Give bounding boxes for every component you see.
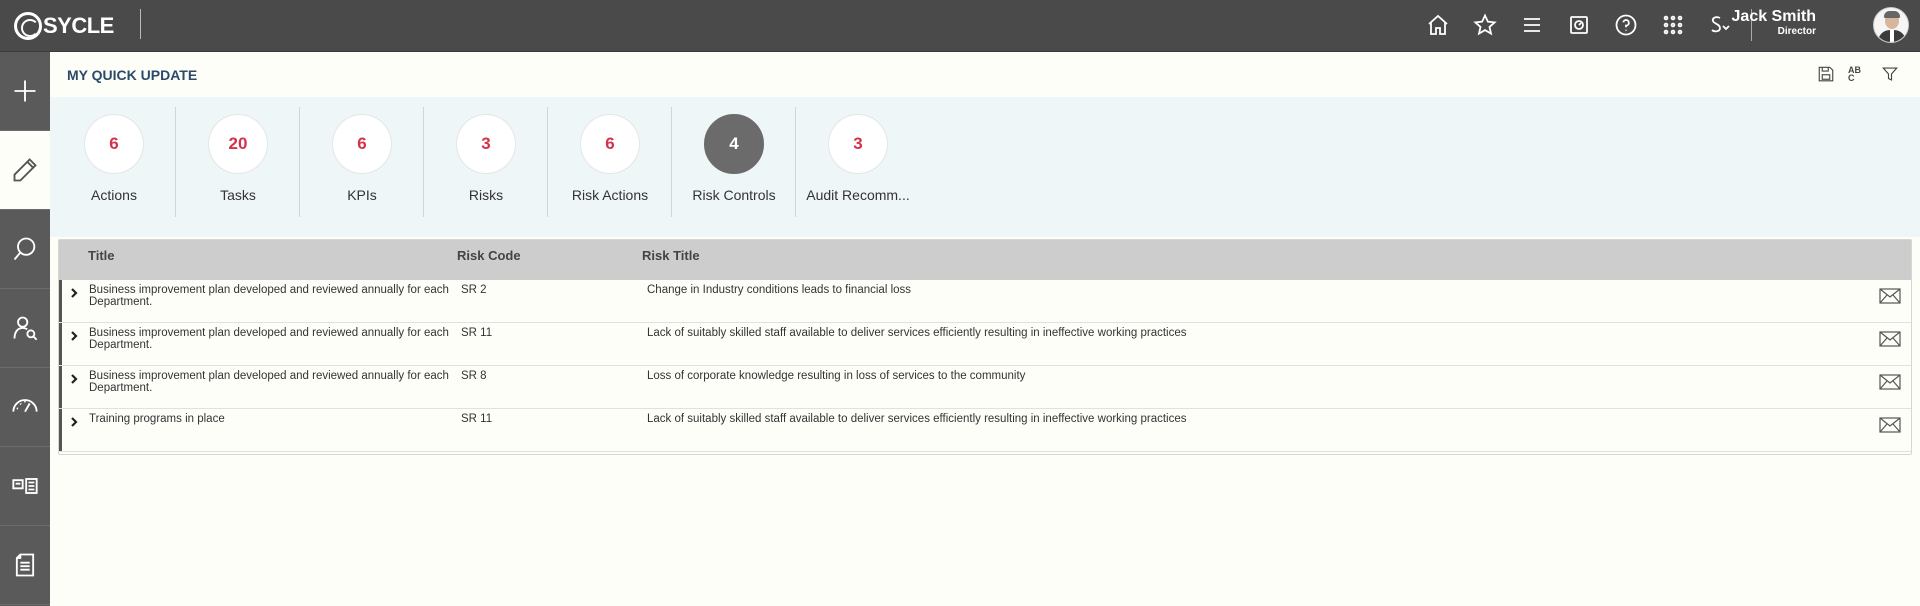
- tile-label: Risk Actions: [571, 187, 649, 203]
- tile-label: KPIs: [347, 187, 377, 203]
- tile-label: Tasks: [220, 187, 256, 203]
- tile-count: 6: [580, 114, 640, 174]
- sidebar-item-performance[interactable]: [0, 368, 50, 447]
- avatar-shirt: [1890, 30, 1894, 42]
- star-icon[interactable]: [1461, 10, 1508, 40]
- risk-controls-table: Title Risk Code Risk Title Business impr…: [58, 239, 1912, 455]
- cell-risk-title: Lack of suitably skilled staff available…: [647, 327, 1187, 339]
- cell-risk-code: SR 2: [461, 284, 487, 296]
- logo-divider: [140, 9, 141, 39]
- column-header-title[interactable]: Title: [88, 248, 115, 263]
- home-icon[interactable]: [1414, 10, 1461, 40]
- save-icon[interactable]: [1816, 64, 1836, 84]
- tile-label: Risks: [468, 187, 504, 203]
- plus-icon: [14, 80, 36, 102]
- top-bar: SYCLE Jack Smith Director: [0, 0, 1920, 52]
- chevron-right-icon[interactable]: [68, 416, 80, 428]
- logo-text: SYCLE: [43, 13, 114, 38]
- cell-risk-title: Change in Industry conditions leads to f…: [647, 284, 912, 296]
- tile-risk-controls[interactable]: 4 Risk Controls: [672, 105, 796, 215]
- report-list-icon: [12, 478, 38, 494]
- tile-count: 6: [332, 114, 392, 174]
- chevron-right-icon[interactable]: [68, 287, 80, 299]
- chevron-right-icon[interactable]: [68, 373, 80, 385]
- column-header-risk-code[interactable]: Risk Code: [457, 248, 521, 263]
- user-role: Director: [1777, 26, 1816, 37]
- tile-count: 6: [84, 114, 144, 174]
- spellcheck-icon[interactable]: AB C: [1848, 64, 1868, 84]
- sidebar-item-reports[interactable]: [0, 447, 50, 526]
- sidebar: [0, 52, 50, 606]
- tile-kpis[interactable]: 6 KPIs: [300, 105, 424, 215]
- cell-title: Training programs in place: [89, 413, 225, 425]
- cell-risk-code: SR 11: [461, 413, 493, 425]
- logo-swirl-icon: [14, 12, 42, 40]
- search-icon: [13, 237, 36, 261]
- user-name: Jack Smith: [1731, 8, 1816, 25]
- tile-label: Audit Recomm...: [806, 187, 910, 203]
- mail-icon[interactable]: [1879, 374, 1901, 390]
- menu-icon[interactable]: [1508, 10, 1555, 40]
- tile-tasks[interactable]: 20 Tasks: [176, 105, 300, 215]
- tile-risk-actions[interactable]: 6 Risk Actions: [548, 105, 672, 215]
- mail-icon[interactable]: [1879, 331, 1901, 347]
- column-header-risk-title[interactable]: Risk Title: [642, 248, 700, 263]
- chevron-right-icon[interactable]: [68, 330, 80, 342]
- filter-icon[interactable]: [1880, 64, 1900, 84]
- main-content: MY QUICK UPDATE AB C 6 Actions 20 Tasks …: [50, 52, 1920, 606]
- table-row[interactable]: Business improvement plan developed and …: [59, 323, 1911, 366]
- cell-title: Business improvement plan developed and …: [89, 370, 449, 394]
- tile-risks[interactable]: 3 Risks: [424, 105, 548, 215]
- help-icon[interactable]: [1602, 10, 1649, 40]
- sidebar-item-documents[interactable]: [0, 526, 50, 605]
- tile-count: 3: [828, 114, 888, 174]
- mail-icon[interactable]: [1879, 288, 1901, 304]
- cell-title: Business improvement plan developed and …: [89, 284, 449, 308]
- cell-risk-code: SR 8: [461, 370, 487, 382]
- spellcheck-label: AB C: [1848, 65, 1861, 83]
- table-header: Title Risk Code Risk Title: [59, 240, 1911, 280]
- title-toolbar: AB C: [1816, 64, 1900, 84]
- table-row[interactable]: Business improvement plan developed and …: [59, 366, 1911, 409]
- table-footer: [59, 452, 1911, 454]
- avatar-hair: [1884, 11, 1900, 18]
- table-row[interactable]: Business improvement plan developed and …: [59, 280, 1911, 323]
- document-icon: [15, 553, 35, 577]
- cell-risk-title: Loss of corporate knowledge resulting in…: [647, 370, 1026, 382]
- sidebar-item-quick-update[interactable]: [0, 131, 50, 210]
- cell-risk-title: Lack of suitably skilled staff available…: [647, 413, 1187, 425]
- top-nav-icons: [1414, 10, 1743, 40]
- sidebar-item-add[interactable]: [0, 52, 50, 131]
- tile-audit-recommendations[interactable]: 3 Audit Recomm...: [796, 105, 920, 215]
- sycle-logo[interactable]: SYCLE: [14, 11, 114, 41]
- user-search-icon: [13, 316, 38, 341]
- sidebar-item-users[interactable]: [0, 289, 50, 368]
- mail-icon[interactable]: [1879, 417, 1901, 433]
- table-row[interactable]: Training programs in place SR 11 Lack of…: [59, 409, 1911, 452]
- tile-count: 20: [208, 114, 268, 174]
- cell-title: Business improvement plan developed and …: [89, 327, 449, 351]
- sidebar-item-search[interactable]: [0, 210, 50, 289]
- gauge-icon: [12, 399, 38, 413]
- tile-count: 4: [704, 114, 764, 174]
- user-info[interactable]: Jack Smith Director: [1732, 8, 1816, 38]
- pencil-icon: [13, 158, 37, 182]
- page-title: MY QUICK UPDATE: [67, 67, 198, 83]
- tile-label: Risk Controls: [692, 187, 776, 203]
- apps-grid-icon[interactable]: [1649, 10, 1696, 40]
- tile-label: Actions: [91, 187, 137, 203]
- summary-tiles: 6 Actions 20 Tasks 6 KPIs 3 Risks 6 Risk…: [50, 97, 1920, 237]
- dashboard-icon[interactable]: [1555, 10, 1602, 40]
- cell-risk-code: SR 11: [461, 327, 493, 339]
- tile-actions[interactable]: 6 Actions: [52, 105, 176, 215]
- avatar[interactable]: [1873, 7, 1909, 43]
- tile-count: 3: [456, 114, 516, 174]
